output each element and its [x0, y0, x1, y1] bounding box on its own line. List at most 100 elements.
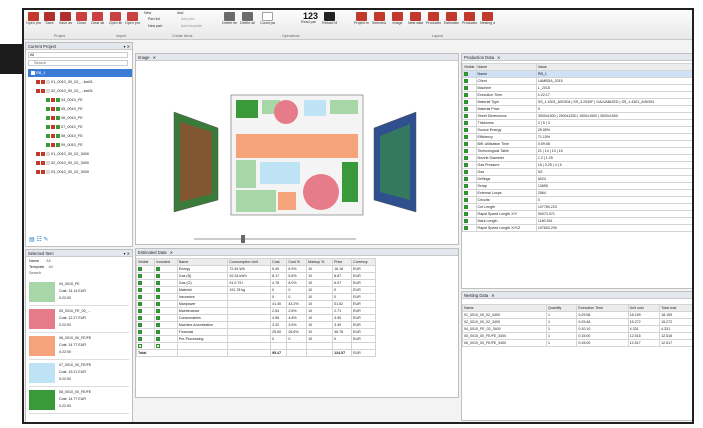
column-header[interactable]: Name: [462, 304, 547, 312]
included-checkbox[interactable]: [156, 267, 161, 272]
name-value[interactable]: All: [46, 259, 50, 263]
column-header[interactable]: Cost: [270, 258, 288, 266]
visible-checkbox[interactable]: [138, 309, 142, 314]
tree-item[interactable]: 01_0010_00_02_3400: [36, 150, 89, 158]
visible-checkbox[interactable]: [464, 86, 468, 91]
column-header[interactable]: Currency: [351, 258, 376, 266]
visible-checkbox[interactable]: [464, 93, 468, 98]
visible-checkbox[interactable]: [464, 198, 468, 203]
table-row[interactable]: Rapid Speed Length X/Y 50073.971: [462, 210, 692, 218]
table-row[interactable]: [136, 342, 376, 350]
tree-item[interactable]: 03_0010_00_02_3400: [36, 168, 89, 176]
list-item[interactable]: 08_0010_00_FE/FE Cost: 14.77 EUR 0:22:00: [29, 388, 129, 414]
visible-checkbox[interactable]: [464, 177, 468, 182]
column-header[interactable]: Name: [176, 258, 229, 266]
save-button[interactable]: Save: [42, 11, 57, 33]
table-row[interactable]: Maintenance 2.54 2.6% 10 2.71 EUR: [136, 307, 376, 315]
visible-checkbox[interactable]: [464, 219, 468, 224]
table-row[interactable]: Machine L_2015: [462, 84, 692, 92]
visible-checkbox[interactable]: [138, 302, 142, 307]
visible-checkbox[interactable]: [464, 170, 468, 175]
table-row[interactable]: Circuits 0: [462, 196, 692, 204]
tree-item[interactable]: 01_0010_00_02_...bw01: [36, 78, 93, 86]
layout-production-data-2[interactable]: Production data: [462, 11, 477, 33]
table-row[interactable]: Gas N2: [462, 168, 692, 176]
table-row[interactable]: Manpower 41.40 43.2% 10 51.62 EUR: [136, 300, 376, 308]
tree-item[interactable]: 02_0010_00_02_3400: [36, 159, 89, 167]
table-row[interactable]: Financial 25.50 26.6% 10 46.78 EUR: [136, 328, 376, 336]
visible-checkbox[interactable]: [138, 274, 142, 279]
visible-checkbox[interactable]: [464, 191, 468, 196]
close-button[interactable]: Close: [74, 11, 89, 33]
column-header[interactable]: Visible: [462, 63, 477, 71]
included-checkbox[interactable]: [156, 288, 161, 293]
list-item[interactable]: 06_0010_00_FE/FE Cost: 14.77 EUR 0:22:00: [29, 334, 129, 360]
table-row[interactable]: Insurance 0 0 10 0 EUR: [136, 293, 376, 301]
table-row[interactable]: Scrap 13655: [462, 182, 692, 190]
table-row[interactable]: Material 191.78 kg 0 0 10 0 EUR: [136, 286, 376, 294]
table-row[interactable]: Source Energy 25.55%: [462, 126, 692, 134]
layout-project-explorer[interactable]: Project explorer: [354, 11, 369, 33]
part-list-button[interactable]: Part list: [148, 17, 160, 21]
visible-checkbox[interactable]: [464, 128, 468, 133]
table-row[interactable]: 02_0010_00_02_3400 1 0:29:48 15.272 15.272: [462, 318, 692, 326]
column-header[interactable]: Total cost: [659, 304, 692, 312]
column-header[interactable]: Visible: [136, 258, 156, 266]
column-header[interactable]: Quantity: [545, 304, 578, 312]
visible-checkbox[interactable]: [138, 267, 142, 272]
panel-close-icon[interactable]: ▾ ✕: [124, 250, 130, 257]
tree-item[interactable]: 08_0010_FE: [46, 132, 83, 140]
table-row[interactable]: Energy 72.45 Wh 5.40 6.9% 10 16.18 EUR: [136, 265, 376, 273]
add-template-button[interactable]: Add template: [181, 24, 202, 28]
project-filter-select[interactable]: All: [28, 52, 128, 58]
visible-checkbox[interactable]: [464, 149, 468, 154]
visible-checkbox[interactable]: [138, 344, 142, 349]
visible-checkbox[interactable]: [138, 330, 142, 335]
visible-checkbox[interactable]: [464, 205, 468, 210]
table-row[interactable]: Sheet Dimensions 3000x1500 | 2500x1250 | …: [462, 112, 692, 120]
included-checkbox[interactable]: [156, 344, 161, 349]
table-row[interactable]: Pre-Processing 0 0 10 0 EUR: [136, 335, 376, 343]
column-header[interactable]: Execution Time: [576, 304, 629, 312]
visible-checkbox[interactable]: [138, 337, 142, 342]
column-header[interactable]: Markup %: [306, 258, 334, 266]
table-row[interactable]: 04_0010_FE_02_3400 1 0:10:10 4.331 4.331: [462, 325, 692, 333]
table-row[interactable]: 06_0010_00_FE/FE_3400 1 0:15:00 12.517 12.51…: [462, 339, 692, 347]
visible-checkbox[interactable]: [138, 288, 142, 293]
tree-item[interactable]: 07_0010_FE: [46, 123, 83, 131]
layout-nest-data[interactable]: Nest data: [408, 11, 423, 33]
visible-checkbox[interactable]: [138, 295, 142, 300]
visible-checkbox[interactable]: [464, 163, 468, 168]
included-checkbox[interactable]: [156, 274, 161, 279]
open-program-button[interactable]: Open program: [125, 11, 140, 33]
close-icon[interactable]: ✕: [497, 55, 501, 60]
add-part-button[interactable]: Add part: [181, 17, 195, 21]
table-row[interactable]: Gas (N) 92.34 kWh 8.17 5.6% 10 8.87 EUR: [136, 272, 376, 280]
close-icon[interactable]: ✕: [491, 293, 495, 298]
layout-production-data[interactable]: Production data: [426, 11, 441, 33]
visible-checkbox[interactable]: [464, 184, 468, 189]
visible-checkbox[interactable]: [464, 114, 468, 119]
layout-nesting-data[interactable]: Nesting data: [480, 11, 495, 33]
tree-toolbar-icons[interactable]: ▤ ☷ ✎: [29, 236, 48, 243]
table-row[interactable]: Client LAMBDA_2015: [462, 77, 692, 85]
close-icon[interactable]: ✕: [153, 55, 157, 60]
panel-close-icon[interactable]: ▾ ✕: [124, 43, 130, 50]
tree-item[interactable]: 02_0010_00_02_...bw01: [36, 87, 93, 95]
tree-item[interactable]: 06_0010_FE: [46, 114, 83, 122]
table-row[interactable]: Material Type SS_1.4301_AISI304 | SS_3.20…: [462, 98, 692, 106]
column-header[interactable]: Value: [535, 63, 692, 71]
included-checkbox[interactable]: [156, 323, 161, 328]
delete-item-button[interactable]: Delete item: [222, 11, 237, 33]
column-header[interactable]: Consumption Unit: [227, 258, 272, 266]
visible-checkbox[interactable]: [138, 281, 142, 286]
table-row[interactable]: Consumables 4.56 4.8% 10 4.95 EUR: [136, 314, 376, 322]
close-icon[interactable]: ✕: [170, 250, 174, 255]
table-row[interactable]: Nozzle Diameter 1.2 | 1.25: [462, 154, 692, 162]
list-item[interactable]: 07_0010_00_FE/FE Cost: 19.21 EUR 0:22:00: [29, 361, 129, 387]
table-row[interactable]: Material Price 0: [462, 105, 692, 113]
included-checkbox[interactable]: [156, 302, 161, 307]
table-row[interactable]: Drillings 6024: [462, 175, 692, 183]
selected-search-input[interactable]: Search: [29, 271, 41, 275]
included-checkbox[interactable]: [156, 281, 161, 286]
